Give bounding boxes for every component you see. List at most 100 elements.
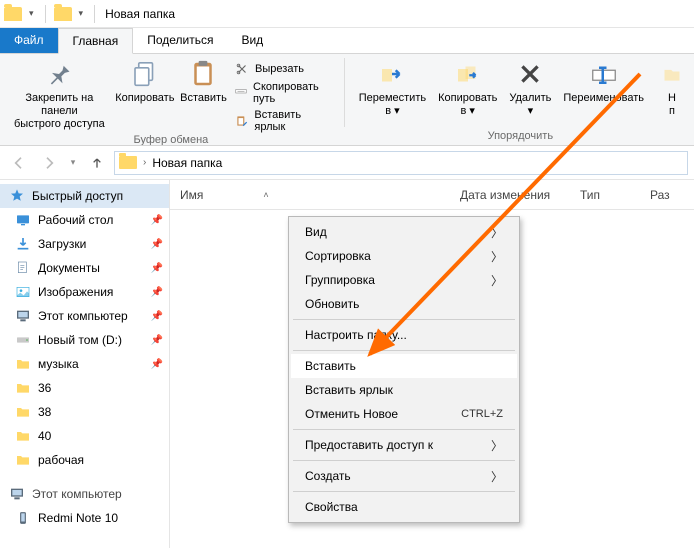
pin-quickaccess-button[interactable]: Закрепить на панели быстрого доступа — [6, 56, 113, 133]
sidebar-item-drive-d[interactable]: Новый том (D:) 📌 — [0, 328, 169, 352]
ctx-paste-shortcut[interactable]: Вставить ярлык — [291, 378, 517, 402]
ctx-group[interactable]: Группировка〉 — [291, 268, 517, 292]
phone-icon — [14, 510, 32, 526]
qat-dropdown-2[interactable]: ▾ — [76, 8, 87, 19]
organize-group-label: Упорядочить — [353, 130, 688, 145]
chevron-right-icon: 〉 — [491, 468, 503, 485]
pc-icon — [8, 486, 26, 502]
sidebar: Быстрый доступ Рабочий стол 📌 Загрузки 📌… — [0, 180, 170, 548]
sidebar-item-36[interactable]: 36 — [0, 376, 169, 400]
pc-icon — [14, 308, 32, 324]
window-title: Новая папка — [105, 7, 175, 21]
sidebar-item-label: Документы — [38, 261, 100, 275]
sidebar-item-documents[interactable]: Документы 📌 — [0, 256, 169, 280]
move-to-button[interactable]: Переместить в ▾ — [353, 56, 432, 120]
pin-icon: 📌 — [151, 359, 163, 370]
drive-icon — [14, 332, 32, 348]
cut-button[interactable]: Вырезать — [230, 60, 336, 78]
address-folder-icon — [119, 156, 137, 169]
context-menu: Вид〉 Сортировка〉 Группировка〉 Обновить Н… — [288, 216, 520, 523]
column-name[interactable]: Имя ˄ — [170, 188, 450, 202]
ctx-refresh[interactable]: Обновить — [291, 292, 517, 316]
column-size[interactable]: Раз — [640, 188, 680, 202]
folder-icon — [14, 404, 32, 420]
tab-share[interactable]: Поделиться — [133, 28, 227, 53]
tab-file[interactable]: Файл — [0, 28, 58, 53]
address-segment[interactable]: Новая папка — [152, 156, 222, 170]
chevron-right-icon: 〉 — [491, 272, 503, 289]
titlebar: ▾ ▾ Новая папка — [0, 0, 694, 28]
sidebar-item-phone[interactable]: Redmi Note 10 — [0, 506, 169, 530]
chevron-right-icon: 〉 — [491, 437, 503, 454]
tab-view[interactable]: Вид — [227, 28, 277, 53]
ribbon-tabs: Файл Главная Поделиться Вид — [0, 28, 694, 54]
sidebar-item-label: 38 — [38, 405, 51, 419]
new-folder-icon — [656, 58, 688, 90]
ctx-share-access[interactable]: Предоставить доступ к〉 — [291, 433, 517, 457]
shortcut-icon — [234, 113, 249, 129]
clipboard-group-label: Буфер обмена — [6, 134, 336, 146]
pin-icon: 📌 — [151, 215, 163, 226]
folder-icon — [14, 380, 32, 396]
column-date[interactable]: Дата изменения — [450, 188, 570, 202]
delete-button[interactable]: Удалить ▾ — [503, 56, 557, 120]
pin-icon: 📌 — [151, 335, 163, 346]
nav-recent-dropdown[interactable]: ▾ — [66, 150, 80, 176]
sidebar-item-label: 40 — [38, 429, 51, 443]
sidebar-item-desktop[interactable]: Рабочий стол 📌 — [0, 208, 169, 232]
sidebar-item-downloads[interactable]: Загрузки 📌 — [0, 232, 169, 256]
copy-to-button[interactable]: Копировать в ▾ — [432, 56, 503, 120]
sidebar-item-40[interactable]: 40 — [0, 424, 169, 448]
sidebar-section-thispc[interactable]: Этот компьютер — [0, 482, 169, 506]
sort-indicator-icon: ˄ — [263, 190, 268, 200]
sidebar-item-38[interactable]: 38 — [0, 400, 169, 424]
copy-icon — [129, 58, 161, 90]
new-folder-partial-button[interactable]: Н п — [650, 56, 688, 120]
folder-icon — [14, 452, 32, 468]
nav-back-button[interactable] — [6, 150, 32, 176]
nav-forward-button[interactable] — [36, 150, 62, 176]
downloads-icon — [14, 236, 32, 252]
nav-up-button[interactable] — [84, 150, 110, 176]
ctx-customize[interactable]: Настроить папку... — [291, 323, 517, 347]
tab-home[interactable]: Главная — [58, 28, 134, 54]
folder-icon — [14, 428, 32, 444]
address-bar[interactable]: › Новая папка — [114, 151, 688, 175]
qat-folder-icon — [54, 7, 72, 21]
copy-button[interactable]: Копировать — [113, 56, 177, 107]
copy-path-button[interactable]: Скопировать путь — [230, 80, 336, 106]
column-headers: Имя ˄ Дата изменения Тип Раз — [170, 180, 694, 210]
paste-shortcut-button[interactable]: Вставить ярлык — [230, 108, 336, 134]
star-icon — [8, 188, 26, 204]
rename-icon — [588, 58, 620, 90]
app-folder-icon — [4, 7, 22, 21]
sidebar-item-pictures[interactable]: Изображения 📌 — [0, 280, 169, 304]
path-icon — [234, 85, 248, 101]
ctx-properties[interactable]: Свойства — [291, 495, 517, 519]
sidebar-item-label: рабочая — [38, 453, 84, 467]
pictures-icon — [14, 284, 32, 300]
ctx-view[interactable]: Вид〉 — [291, 220, 517, 244]
sidebar-item-thispc[interactable]: Этот компьютер 📌 — [0, 304, 169, 328]
sidebar-item-label: Новый том (D:) — [38, 333, 122, 347]
pin-icon: 📌 — [151, 287, 163, 298]
scissors-icon — [234, 61, 250, 77]
ctx-paste[interactable]: Вставить — [291, 354, 517, 378]
qat-dropdown-1[interactable]: ▾ — [26, 8, 37, 19]
desktop-icon — [14, 212, 32, 228]
sidebar-item-music[interactable]: музыка 📌 — [0, 352, 169, 376]
ctx-sort[interactable]: Сортировка〉 — [291, 244, 517, 268]
ctx-undo[interactable]: Отменить НовоеCTRL+Z — [291, 402, 517, 426]
move-to-icon — [376, 58, 408, 90]
pin-icon — [43, 58, 75, 90]
address-chevron-icon[interactable]: › — [143, 157, 146, 168]
ctx-new[interactable]: Создать〉 — [291, 464, 517, 488]
column-type[interactable]: Тип — [570, 188, 640, 202]
sidebar-quick-access[interactable]: Быстрый доступ — [0, 184, 169, 208]
paste-button[interactable]: Вставить — [177, 56, 230, 107]
delete-icon — [514, 58, 546, 90]
pin-icon: 📌 — [151, 311, 163, 322]
sidebar-item-rabochaya[interactable]: рабочая — [0, 448, 169, 472]
folder-icon — [14, 356, 32, 372]
rename-button[interactable]: Переименовать — [557, 56, 650, 107]
